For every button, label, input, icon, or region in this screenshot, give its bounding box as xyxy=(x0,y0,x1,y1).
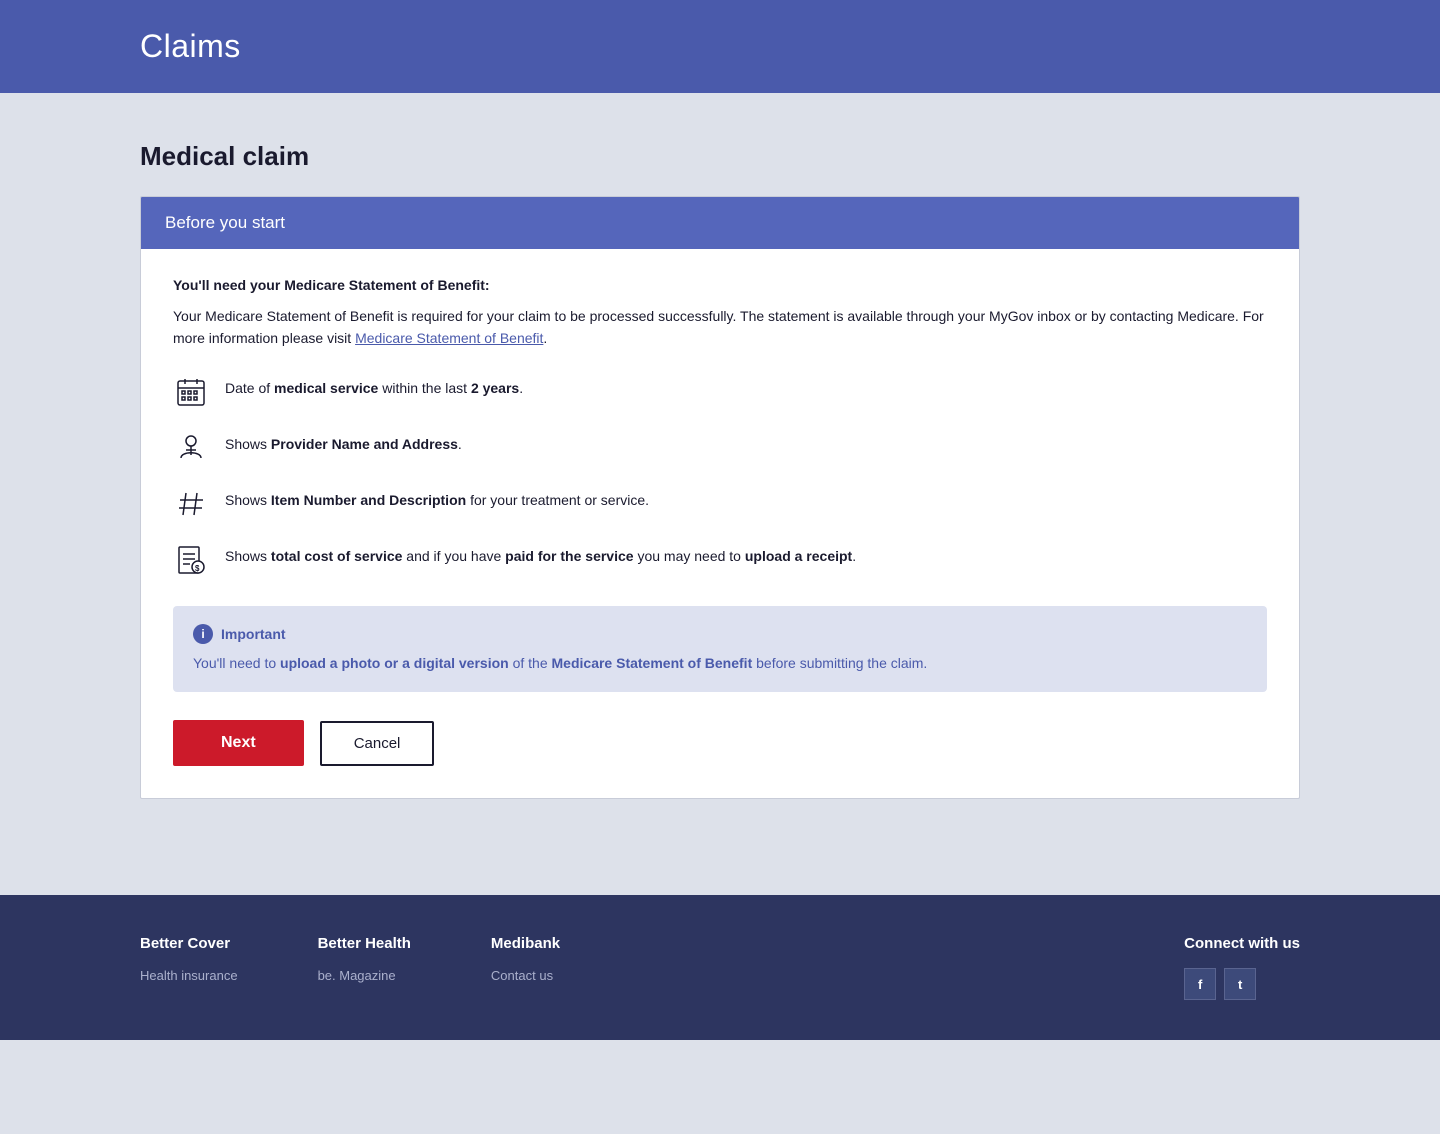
card-header: Before you start xyxy=(141,197,1299,249)
footer-better-cover-title: Better Cover xyxy=(140,935,238,952)
hash-svg xyxy=(176,489,206,519)
social-icons: f t xyxy=(1184,968,1300,1000)
medical-claim-card: Before you start You'll need your Medica… xyxy=(140,196,1300,799)
cancel-button[interactable]: Cancel xyxy=(320,721,435,766)
requirement-provider: Shows Provider Name and Address. xyxy=(173,430,1267,466)
calendar-svg xyxy=(176,377,206,407)
twitter-icon[interactable]: t xyxy=(1224,968,1256,1000)
requirements-list: Date of medical service within the last … xyxy=(173,374,1267,578)
calendar-icon xyxy=(173,374,209,410)
main-content: Medical claim Before you start You'll ne… xyxy=(0,93,1440,847)
page-header: Claims xyxy=(0,0,1440,93)
footer-connect-title: Connect with us xyxy=(1184,935,1300,952)
important-box: i Important You'll need to upload a phot… xyxy=(173,606,1267,692)
footer-better-cover-link[interactable]: Health insurance xyxy=(140,968,238,983)
card-body: You'll need your Medicare Statement of B… xyxy=(141,249,1299,798)
receipt-svg: $ xyxy=(176,545,206,575)
important-label: Important xyxy=(221,626,286,642)
statement-title: You'll need your Medicare Statement of B… xyxy=(173,277,1267,293)
statement-description: Your Medicare Statement of Benefit is re… xyxy=(173,305,1267,350)
footer-better-health-link[interactable]: be. Magazine xyxy=(318,968,411,983)
requirement-item-number: Shows Item Number and Description for yo… xyxy=(173,486,1267,522)
footer-medibank-title: Medibank xyxy=(491,935,560,952)
footer: Better Cover Health insurance Better Hea… xyxy=(0,895,1440,1040)
next-button[interactable]: Next xyxy=(173,720,304,766)
footer-better-health-title: Better Health xyxy=(318,935,411,952)
hash-icon xyxy=(173,486,209,522)
requirement-date: Date of medical service within the last … xyxy=(173,374,1267,410)
receipt-icon: $ xyxy=(173,542,209,578)
footer-medibank: Medibank Contact us xyxy=(491,935,560,1000)
page-title: Claims xyxy=(140,28,1300,65)
person-icon xyxy=(173,430,209,466)
info-icon: i xyxy=(193,624,213,644)
footer-better-cover: Better Cover Health insurance xyxy=(140,935,238,1000)
footer-medibank-link[interactable]: Contact us xyxy=(491,968,560,983)
important-text: You'll need to upload a photo or a digit… xyxy=(193,652,1247,674)
medicare-statement-link[interactable]: Medicare Statement of Benefit xyxy=(355,330,543,346)
svg-text:$: $ xyxy=(195,564,200,573)
provider-svg xyxy=(176,433,206,463)
requirement-cost: $ Shows total cost of service and if you… xyxy=(173,542,1267,578)
section-title: Medical claim xyxy=(140,141,1300,172)
facebook-icon[interactable]: f xyxy=(1184,968,1216,1000)
footer-better-health: Better Health be. Magazine xyxy=(318,935,411,1000)
footer-columns: Better Cover Health insurance Better Hea… xyxy=(140,935,1300,1000)
button-row: Next Cancel xyxy=(173,720,1267,766)
important-header: i Important xyxy=(193,624,1247,644)
card-header-title: Before you start xyxy=(165,213,285,232)
footer-connect: Connect with us f t xyxy=(1184,935,1300,1000)
